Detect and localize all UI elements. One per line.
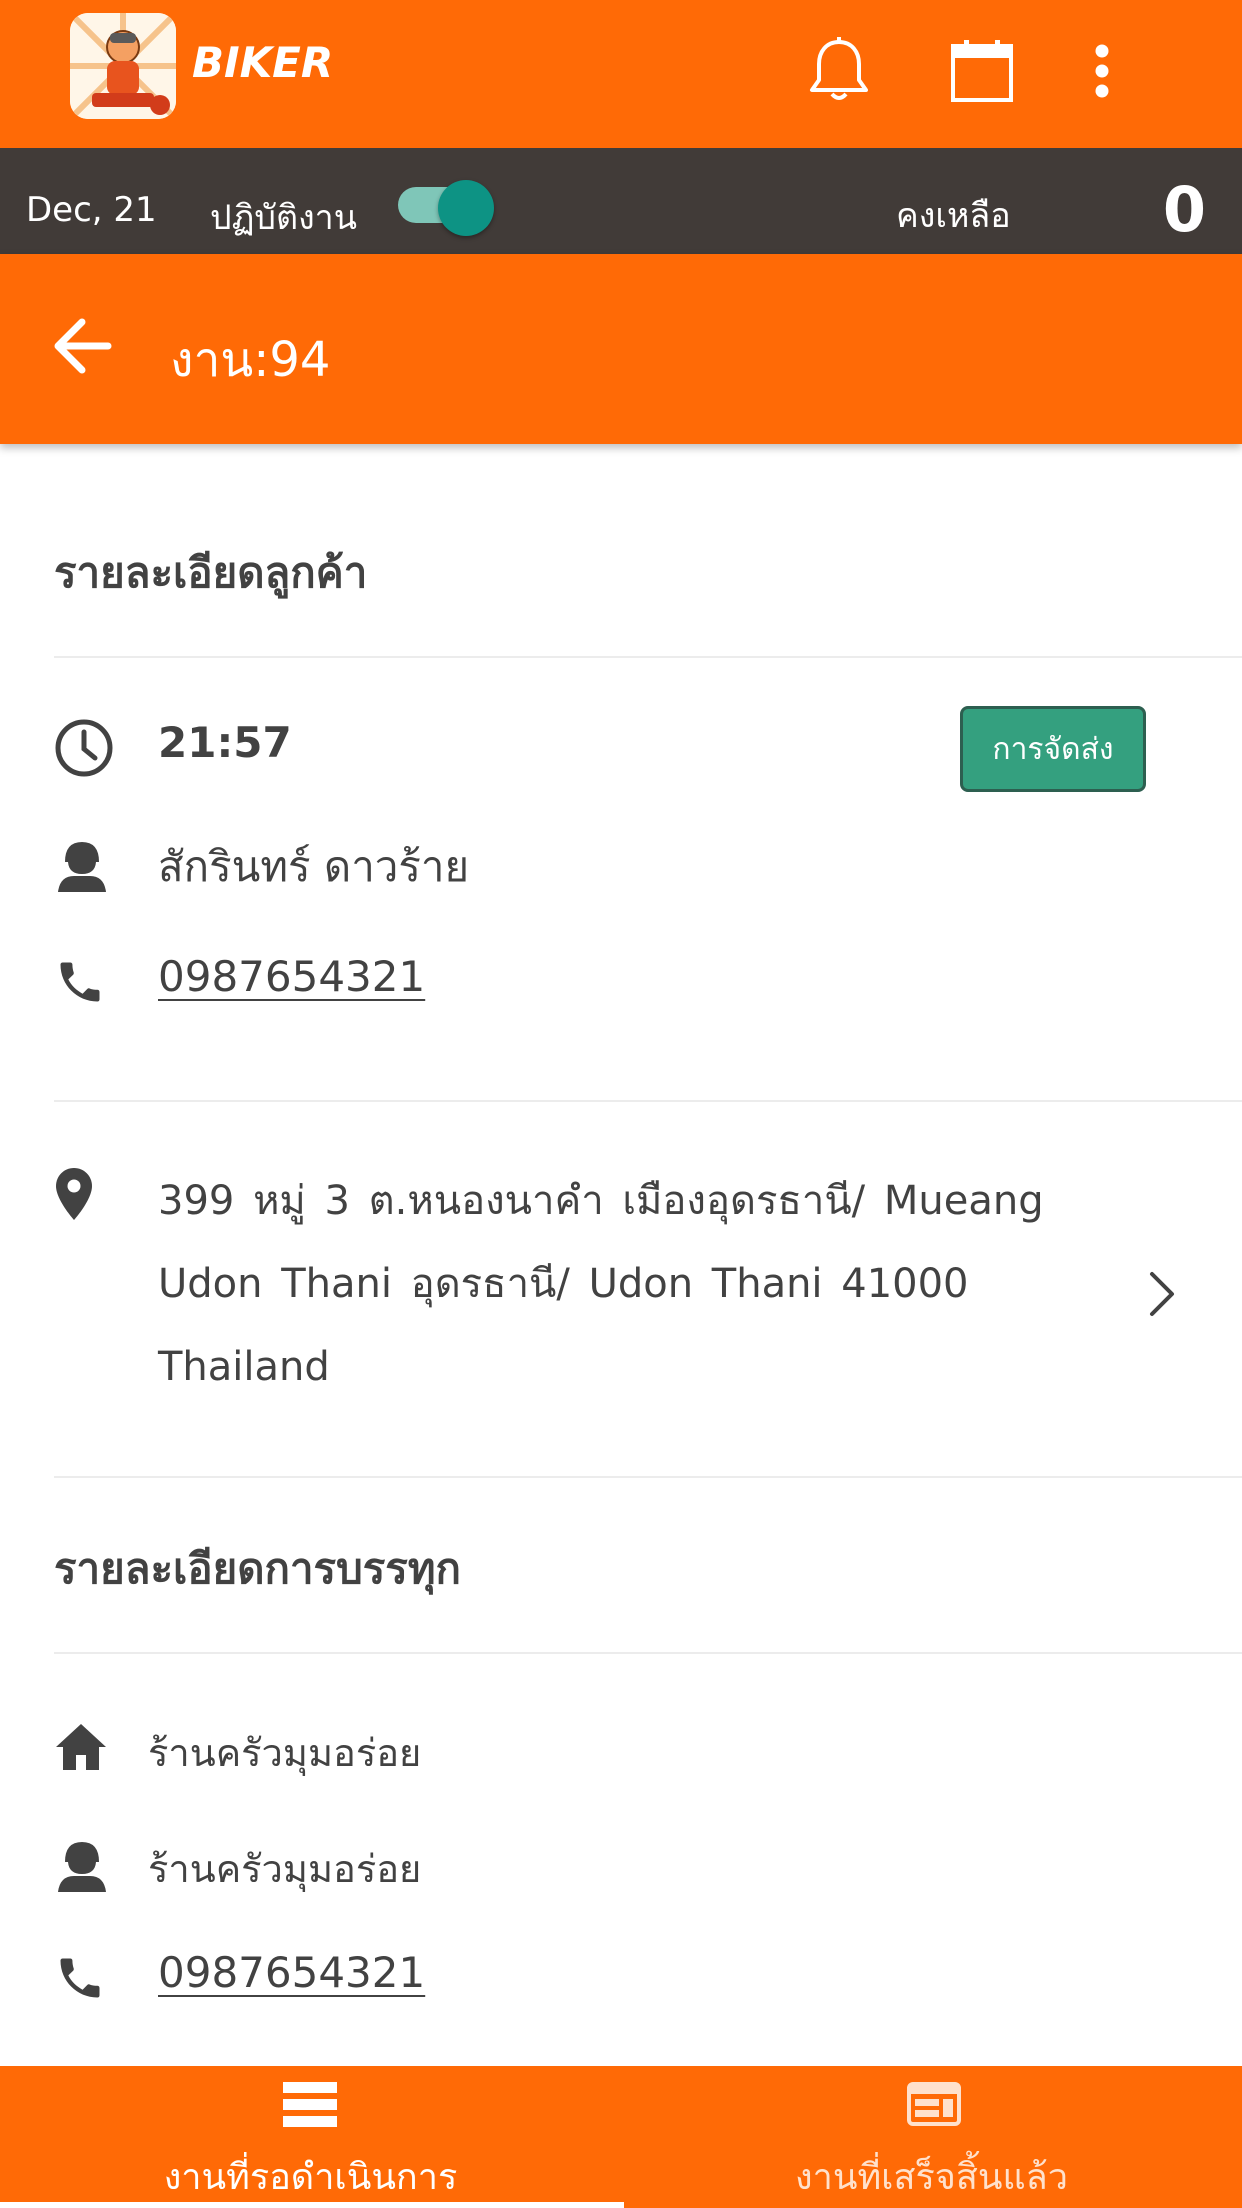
store-name: ร้านครัวมุมอร่อย (148, 1731, 422, 1775)
remaining-count: 0 (1162, 173, 1206, 246)
divider (54, 1652, 1242, 1654)
tab-pending-jobs-label: งานที่รอดำเนินการ (163, 2157, 458, 2198)
remaining-label: คงเหลือ (896, 196, 1011, 236)
location-pin-icon (56, 1168, 92, 1224)
pickup-phone-link[interactable]: 0987654321 (158, 1948, 425, 1997)
pickup-section-title: รายละเอียดการบรรทุก (54, 1544, 461, 1593)
phone-icon (54, 1952, 106, 2008)
home-icon (54, 1722, 108, 1776)
customer-name: สักรินทร์ ดาวร้าย (158, 842, 470, 891)
customer-address[interactable]: 399 หมู่ 3 ต.หนองนาคำ เมืองอุดรธานี/ Mue… (158, 1160, 1078, 1409)
page-title: งาน:94 (170, 332, 331, 388)
divider (54, 1476, 1242, 1478)
phone-icon (54, 956, 106, 1012)
date-label: Dec, 21 (26, 190, 157, 230)
divider (54, 1100, 1242, 1102)
person-icon (54, 836, 110, 896)
pickup-contact-name: ร้านครัวมุมอร่อย (148, 1847, 422, 1891)
list-icon (283, 2082, 337, 2132)
tab-pending-jobs[interactable]: งานที่รอดำเนินการ (0, 2066, 621, 2208)
shipping-button[interactable]: การจัดส่ง (960, 706, 1146, 792)
work-toggle-knob[interactable] (438, 180, 494, 236)
work-status-label: ปฏิบัติงาน (210, 198, 358, 238)
customer-section-title: รายละเอียดลูกค้า (54, 548, 368, 597)
web-layout-icon (907, 2082, 961, 2130)
app-logo (70, 13, 176, 119)
bottom-nav: งานที่รอดำเนินการ งานที่เสร็จสิ้นแล้ว (0, 2066, 1242, 2208)
app-brand: BIKER (192, 38, 334, 87)
customer-phone-link[interactable]: 0987654321 (158, 952, 425, 1001)
back-arrow-icon[interactable] (52, 318, 112, 378)
more-vert-icon[interactable] (1094, 44, 1110, 102)
status-bar: Dec, 21 ปฏิบัติงาน คงเหลือ 0 (0, 148, 1242, 254)
divider (54, 656, 1242, 658)
chevron-right-icon[interactable] (1148, 1270, 1176, 1322)
delivery-time: 21:57 (158, 718, 292, 767)
active-tab-indicator (0, 2202, 624, 2208)
calendar-icon[interactable] (950, 40, 1014, 106)
tab-completed-jobs-label: งานที่เสร็จสิ้นแล้ว (795, 2157, 1068, 2198)
tab-completed-jobs[interactable]: งานที่เสร็จสิ้นแล้ว (621, 2066, 1242, 2208)
person-icon (54, 1836, 110, 1896)
bell-icon[interactable] (808, 36, 870, 108)
clock-icon (54, 718, 114, 782)
app-bar (0, 0, 1242, 148)
